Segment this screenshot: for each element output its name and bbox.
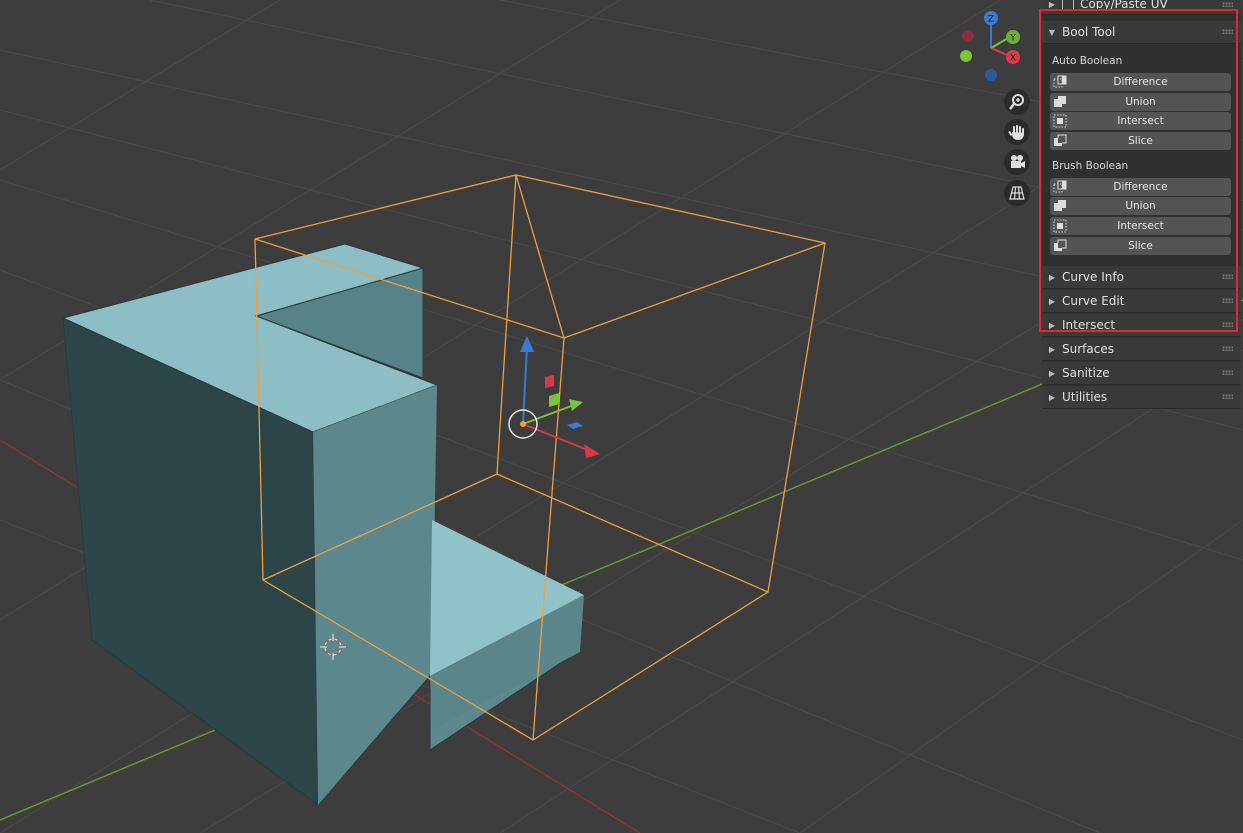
- section-title: Utilities: [1062, 390, 1108, 404]
- brush-union-button[interactable]: Union: [1050, 197, 1231, 215]
- section-curve-edit[interactable]: ▶ Curve Edit: [1042, 290, 1241, 313]
- difference-icon: [1053, 180, 1067, 193]
- perspective-toggle-button[interactable]: [1004, 180, 1030, 206]
- section-title: Sanitize: [1062, 366, 1110, 380]
- section-copy-paste-uv[interactable]: ▶ Copy/Paste UV: [1042, 0, 1241, 15]
- brush-boolean-label: Brush Boolean: [1052, 160, 1129, 172]
- section-title: Intersect: [1062, 318, 1116, 332]
- camera-icon: [1011, 155, 1025, 168]
- union-icon: [1054, 96, 1066, 107]
- section-title: Curve Info: [1062, 270, 1124, 284]
- button-label: Difference: [1113, 181, 1168, 193]
- collapsed-triangle-icon: ▶: [1048, 392, 1056, 402]
- uv-icon: [1062, 0, 1074, 10]
- navigation-gizmo[interactable]: Z Y X: [955, 6, 1025, 86]
- bool-tool-body: Auto Boolean Difference Union Intersect …: [1042, 44, 1241, 262]
- brush-slice-button[interactable]: Slice: [1050, 237, 1231, 255]
- expanded-triangle-icon: ▼: [1048, 27, 1056, 37]
- section-title: Curve Edit: [1062, 294, 1125, 308]
- section-utilities[interactable]: ▶ Utilities: [1042, 386, 1241, 409]
- auto-slice-button[interactable]: Slice: [1050, 132, 1231, 150]
- camera-view-button[interactable]: [1004, 149, 1030, 175]
- section-intersect[interactable]: ▶ Intersect: [1042, 314, 1241, 337]
- gizmo-y-label: Y: [1009, 34, 1016, 44]
- gizmo-z-label: Z: [988, 15, 994, 25]
- button-label: Intersect: [1117, 220, 1164, 232]
- drag-grip-icon[interactable]: [1222, 370, 1233, 375]
- section-title: Copy/Paste UV: [1080, 0, 1168, 11]
- difference-icon: [1053, 75, 1067, 88]
- button-label: Difference: [1113, 76, 1168, 88]
- button-label: Slice: [1128, 240, 1153, 252]
- slice-icon: [1054, 134, 1067, 146]
- section-surfaces[interactable]: ▶ Surfaces: [1042, 338, 1241, 361]
- drag-grip-icon[interactable]: [1222, 322, 1233, 327]
- gizmo-x-label: X: [1010, 54, 1016, 64]
- intersect-icon: [1053, 114, 1067, 128]
- drag-grip-icon[interactable]: [1222, 346, 1233, 351]
- collapsed-triangle-icon: ▶: [1048, 320, 1056, 330]
- zoom-button[interactable]: [1004, 89, 1030, 115]
- collapsed-triangle-icon: ▶: [1048, 0, 1056, 9]
- drag-grip-icon[interactable]: [1222, 29, 1233, 34]
- section-bool-tool[interactable]: ▼ Bool Tool: [1042, 21, 1241, 44]
- section-title: Bool Tool: [1062, 25, 1116, 39]
- brush-intersect-button[interactable]: Intersect: [1050, 217, 1231, 235]
- brush-difference-button[interactable]: Difference: [1050, 178, 1231, 196]
- collapsed-triangle-icon: ▶: [1048, 368, 1056, 378]
- zoom-icon: [1009, 94, 1024, 110]
- auto-union-button[interactable]: Union: [1050, 93, 1231, 111]
- transform-gizmo[interactable]: [508, 336, 600, 458]
- l-shape-inner-face: [313, 385, 437, 805]
- perspective-grid-icon: [1009, 186, 1025, 200]
- collapsed-triangle-icon: ▶: [1048, 344, 1056, 354]
- button-label: Intersect: [1117, 115, 1164, 127]
- auto-difference-button[interactable]: Difference: [1050, 73, 1231, 91]
- drag-grip-icon[interactable]: [1222, 394, 1233, 399]
- section-title: Surfaces: [1062, 342, 1114, 356]
- slice-icon: [1054, 239, 1067, 251]
- drag-grip-icon[interactable]: [1222, 298, 1233, 303]
- auto-boolean-label: Auto Boolean: [1052, 55, 1123, 67]
- sidebar-panel: ▶ Copy/Paste UV ▼ Bool Tool Auto Boolean…: [1042, 0, 1241, 409]
- intersect-icon: [1053, 219, 1067, 233]
- button-label: Slice: [1128, 135, 1153, 147]
- section-sanitize[interactable]: ▶ Sanitize: [1042, 362, 1241, 385]
- collapsed-triangle-icon: ▶: [1048, 272, 1056, 282]
- collapsed-triangle-icon: ▶: [1048, 296, 1056, 306]
- pan-button[interactable]: [1004, 119, 1030, 145]
- hand-pan-icon: [1008, 125, 1024, 140]
- section-curve-info[interactable]: ▶ Curve Info: [1042, 266, 1241, 289]
- union-icon: [1054, 200, 1066, 211]
- button-label: Union: [1125, 96, 1156, 108]
- drag-grip-icon[interactable]: [1222, 2, 1233, 7]
- auto-intersect-button[interactable]: Intersect: [1050, 112, 1231, 130]
- button-label: Union: [1125, 200, 1156, 212]
- drag-grip-icon[interactable]: [1222, 274, 1233, 279]
